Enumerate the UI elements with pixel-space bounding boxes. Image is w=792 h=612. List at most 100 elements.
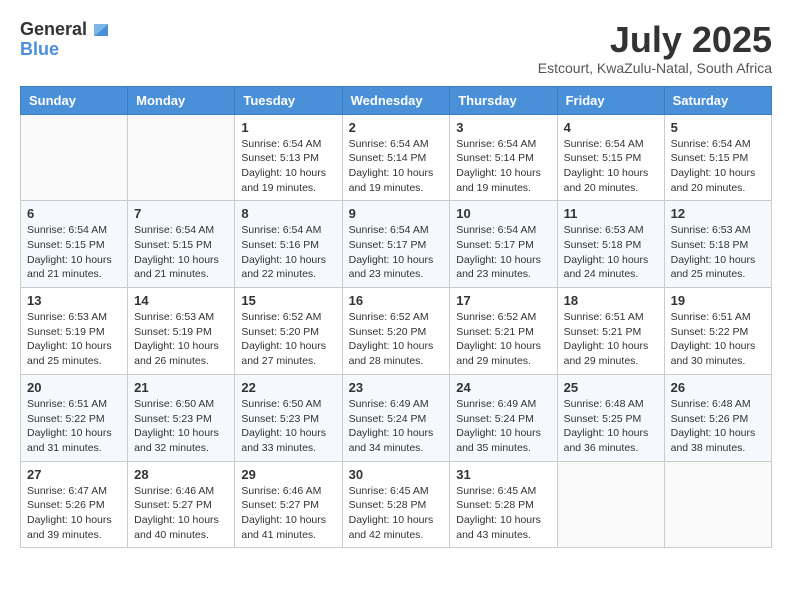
day-number: 16: [349, 293, 444, 308]
day-number: 21: [134, 380, 228, 395]
day-header-saturday: Saturday: [664, 86, 771, 114]
day-info: Sunrise: 6:53 AM Sunset: 5:19 PM Dayligh…: [27, 310, 121, 369]
day-number: 2: [349, 120, 444, 135]
calendar-cell: 12Sunrise: 6:53 AM Sunset: 5:18 PM Dayli…: [664, 201, 771, 288]
calendar-cell: 22Sunrise: 6:50 AM Sunset: 5:23 PM Dayli…: [235, 374, 342, 461]
day-number: 17: [456, 293, 550, 308]
day-info: Sunrise: 6:54 AM Sunset: 5:17 PM Dayligh…: [456, 223, 550, 282]
location-subtitle: Estcourt, KwaZulu-Natal, South Africa: [538, 60, 772, 76]
calendar-cell: [21, 114, 128, 201]
day-info: Sunrise: 6:52 AM Sunset: 5:20 PM Dayligh…: [241, 310, 335, 369]
day-info: Sunrise: 6:51 AM Sunset: 5:22 PM Dayligh…: [671, 310, 765, 369]
calendar-cell: 16 Sunrise: 6:52 AM Sunset: 5:20 PM Dayli…: [342, 288, 450, 375]
day-number: 27: [27, 467, 121, 482]
day-number: 7: [134, 206, 228, 221]
day-number: 13: [27, 293, 121, 308]
calendar-cell: 7 Sunrise: 6:54 AM Sunset: 5:15 PM Daylig…: [128, 201, 235, 288]
day-number: 25: [564, 380, 658, 395]
calendar-cell: 30 Sunrise: 6:45 AM Sunset: 5:28 PM Dayli…: [342, 461, 450, 548]
day-info: Sunrise: 6:45 AM Sunset: 5:28 PM Dayligh…: [349, 484, 444, 543]
day-header-sunday: Sunday: [21, 86, 128, 114]
calendar-cell: 25 Sunrise: 6:48 AM Sunset: 5:25 PM Dayli…: [557, 374, 664, 461]
calendar-cell: 20 Sunrise: 6:51 AM Sunset: 5:22 PM Dayli…: [21, 374, 128, 461]
calendar-cell: 1Sunrise: 6:54 AM Sunset: 5:13 PM Daylig…: [235, 114, 342, 201]
day-number: 10: [456, 206, 550, 221]
calendar-header-row: SundayMondayTuesdayWednesdayThursdayFrid…: [21, 86, 772, 114]
calendar-cell: 24Sunrise: 6:49 AM Sunset: 5:24 PM Dayli…: [450, 374, 557, 461]
day-number: 26: [671, 380, 765, 395]
calendar-cell: 3 Sunrise: 6:54 AM Sunset: 5:14 PM Daylig…: [450, 114, 557, 201]
logo-icon: [90, 18, 112, 40]
day-number: 20: [27, 380, 121, 395]
calendar-cell: [664, 461, 771, 548]
day-header-tuesday: Tuesday: [235, 86, 342, 114]
day-number: 31: [456, 467, 550, 482]
calendar-cell: [128, 114, 235, 201]
day-info: Sunrise: 6:54 AM Sunset: 5:15 PM Dayligh…: [564, 137, 658, 196]
calendar-cell: 27 Sunrise: 6:47 AM Sunset: 5:26 PM Dayli…: [21, 461, 128, 548]
day-info: Sunrise: 6:52 AM Sunset: 5:21 PM Dayligh…: [456, 310, 550, 369]
day-info: Sunrise: 6:49 AM Sunset: 5:24 PM Dayligh…: [349, 397, 444, 456]
calendar-cell: 13 Sunrise: 6:53 AM Sunset: 5:19 PM Dayli…: [21, 288, 128, 375]
day-info: Sunrise: 6:54 AM Sunset: 5:14 PM Dayligh…: [456, 137, 550, 196]
calendar-cell: 14 Sunrise: 6:53 AM Sunset: 5:19 PM Dayli…: [128, 288, 235, 375]
day-info: Sunrise: 6:53 AM Sunset: 5:18 PM Dayligh…: [564, 223, 658, 282]
day-number: 28: [134, 467, 228, 482]
day-info: Sunrise: 6:54 AM Sunset: 5:15 PM Dayligh…: [134, 223, 228, 282]
day-info: Sunrise: 6:46 AM Sunset: 5:27 PM Dayligh…: [134, 484, 228, 543]
day-number: 3: [456, 120, 550, 135]
day-number: 18: [564, 293, 658, 308]
day-info: Sunrise: 6:48 AM Sunset: 5:25 PM Dayligh…: [564, 397, 658, 456]
day-info: Sunrise: 6:54 AM Sunset: 5:17 PM Dayligh…: [349, 223, 444, 282]
calendar-cell: 9 Sunrise: 6:54 AM Sunset: 5:17 PM Daylig…: [342, 201, 450, 288]
day-info: Sunrise: 6:51 AM Sunset: 5:22 PM Dayligh…: [27, 397, 121, 456]
month-title: July 2025: [538, 20, 772, 60]
day-number: 9: [349, 206, 444, 221]
calendar-cell: 23 Sunrise: 6:49 AM Sunset: 5:24 PM Dayli…: [342, 374, 450, 461]
day-number: 30: [349, 467, 444, 482]
day-number: 1: [241, 120, 335, 135]
calendar-week-4: 20 Sunrise: 6:51 AM Sunset: 5:22 PM Dayli…: [21, 374, 772, 461]
calendar-week-2: 6Sunrise: 6:54 AM Sunset: 5:15 PM Daylig…: [21, 201, 772, 288]
day-info: Sunrise: 6:50 AM Sunset: 5:23 PM Dayligh…: [241, 397, 335, 456]
day-number: 24: [456, 380, 550, 395]
calendar-cell: 5 Sunrise: 6:54 AM Sunset: 5:15 PM Daylig…: [664, 114, 771, 201]
calendar-cell: 6Sunrise: 6:54 AM Sunset: 5:15 PM Daylig…: [21, 201, 128, 288]
day-header-thursday: Thursday: [450, 86, 557, 114]
day-header-friday: Friday: [557, 86, 664, 114]
calendar-cell: 4 Sunrise: 6:54 AM Sunset: 5:15 PM Daylig…: [557, 114, 664, 201]
day-number: 23: [349, 380, 444, 395]
day-info: Sunrise: 6:52 AM Sunset: 5:20 PM Dayligh…: [349, 310, 444, 369]
calendar-cell: 29Sunrise: 6:46 AM Sunset: 5:27 PM Dayli…: [235, 461, 342, 548]
calendar-cell: 19 Sunrise: 6:51 AM Sunset: 5:22 PM Dayli…: [664, 288, 771, 375]
calendar-cell: 10 Sunrise: 6:54 AM Sunset: 5:17 PM Dayli…: [450, 201, 557, 288]
page-header: General Blue July 2025 Estcourt, KwaZulu…: [20, 20, 772, 76]
day-info: Sunrise: 6:48 AM Sunset: 5:26 PM Dayligh…: [671, 397, 765, 456]
calendar-cell: 11Sunrise: 6:53 AM Sunset: 5:18 PM Dayli…: [557, 201, 664, 288]
day-info: Sunrise: 6:54 AM Sunset: 5:14 PM Dayligh…: [349, 137, 444, 196]
day-info: Sunrise: 6:54 AM Sunset: 5:15 PM Dayligh…: [671, 137, 765, 196]
calendar-cell: 2 Sunrise: 6:54 AM Sunset: 5:14 PM Daylig…: [342, 114, 450, 201]
calendar-cell: 17 Sunrise: 6:52 AM Sunset: 5:21 PM Dayli…: [450, 288, 557, 375]
day-info: Sunrise: 6:46 AM Sunset: 5:27 PM Dayligh…: [241, 484, 335, 543]
day-number: 5: [671, 120, 765, 135]
calendar-cell: 8 Sunrise: 6:54 AM Sunset: 5:16 PM Daylig…: [235, 201, 342, 288]
calendar-cell: 26 Sunrise: 6:48 AM Sunset: 5:26 PM Dayli…: [664, 374, 771, 461]
calendar-cell: 21Sunrise: 6:50 AM Sunset: 5:23 PM Dayli…: [128, 374, 235, 461]
day-info: Sunrise: 6:47 AM Sunset: 5:26 PM Dayligh…: [27, 484, 121, 543]
day-info: Sunrise: 6:54 AM Sunset: 5:16 PM Dayligh…: [241, 223, 335, 282]
day-number: 14: [134, 293, 228, 308]
day-number: 19: [671, 293, 765, 308]
day-header-wednesday: Wednesday: [342, 86, 450, 114]
logo: General Blue: [20, 20, 112, 60]
logo-general: General: [20, 20, 87, 40]
logo-text: General Blue: [20, 20, 112, 60]
calendar-week-3: 13 Sunrise: 6:53 AM Sunset: 5:19 PM Dayli…: [21, 288, 772, 375]
calendar-week-5: 27 Sunrise: 6:47 AM Sunset: 5:26 PM Dayli…: [21, 461, 772, 548]
calendar-week-1: 1Sunrise: 6:54 AM Sunset: 5:13 PM Daylig…: [21, 114, 772, 201]
day-number: 4: [564, 120, 658, 135]
day-info: Sunrise: 6:53 AM Sunset: 5:19 PM Dayligh…: [134, 310, 228, 369]
day-number: 8: [241, 206, 335, 221]
day-header-monday: Monday: [128, 86, 235, 114]
day-info: Sunrise: 6:54 AM Sunset: 5:15 PM Dayligh…: [27, 223, 121, 282]
